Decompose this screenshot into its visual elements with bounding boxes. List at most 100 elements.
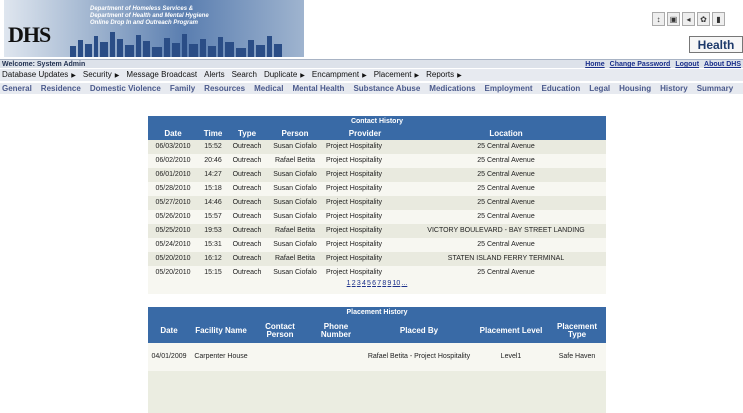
table-cell: Safe Haven [558,353,596,360]
col-header-placed-by: Placed By [399,325,439,335]
tab-residence[interactable]: Residence [41,83,81,94]
table-cell: 05/20/2010 [155,269,191,276]
table-cell: 20:46 [204,157,222,164]
pagination: 12345678910... [148,280,606,294]
secondary-tabs: General Residence Domestic Violence Family R… [0,82,743,94]
table-cell: Outreach [232,157,262,164]
page-link-10[interactable]: 10 [393,280,401,287]
table-cell: Outreach [232,227,262,234]
table-cell: 25 Central Avenue [477,171,535,178]
menu-item-database-updates[interactable]: Database Updates ▶ [2,69,76,81]
table-cell: STATEN ISLAND FERRY TERMINAL [447,255,565,262]
table-cell: 14:46 [204,199,222,206]
table-row: 05/20/2010 15:15 Outreach Susan Ciofalo Proj… [148,266,606,280]
page-link-4[interactable]: 4 [362,280,366,287]
table-cell: Project Hospitality [326,269,383,276]
table-cell: Outreach [232,255,262,262]
placement-history-body: 04/01/2009 Carpenter House Rafael Betita -… [148,343,606,371]
col-header-time: Time [203,129,223,138]
window-tray: ↕ ▣ ◂ ✿ ▮ [652,12,742,32]
tab-employment[interactable]: Employment [485,83,533,94]
page-link-1[interactable]: 1 [347,280,351,287]
menu-item-placement[interactable]: Placement ▶ [374,69,419,81]
page-link-7[interactable]: 7 [377,280,381,287]
table-cell [308,343,364,371]
page-link-more[interactable]: ... [401,280,407,287]
page-link-8[interactable]: 8 [382,280,386,287]
table-cell: 15:15 [204,269,222,276]
table-row: 06/02/2010 20:46 Outreach Rafael Betita Proj… [148,154,606,168]
about-dhs-link[interactable]: About DHS [704,60,741,69]
col-header-placement-type: Placement Type [556,321,598,339]
window-icon[interactable]: ▣ [667,12,680,26]
contact-history-body: 06/03/2010 15:52 Outreach Susan Ciofalo Proj… [148,140,606,280]
table-cell: Project Hospitality [326,171,383,178]
caret-right-icon: ▶ [362,73,367,79]
menu-item-alerts[interactable]: Alerts [204,69,224,81]
table-cell: 04/01/2009 [151,353,187,360]
home-link[interactable]: Home [585,60,604,69]
table-cell: Susan Ciofalo [273,185,317,192]
page-link-9[interactable]: 9 [387,280,391,287]
table-row: 04/01/2009 Carpenter House Rafael Betita -… [148,343,606,371]
menu-item-duplicate[interactable]: Duplicate ▶ [264,69,305,81]
logout-link[interactable]: Logout [675,60,699,69]
table-cell: Outreach [232,143,262,150]
menu-item-label: Placement [373,70,412,79]
tab-legal[interactable]: Legal [589,83,610,94]
table-cell: 25 Central Avenue [477,213,535,220]
tab-family[interactable]: Family [170,83,195,94]
change-password-link[interactable]: Change Password [610,60,671,69]
settings-icon[interactable]: ✿ [697,12,710,26]
menu-item-encampment[interactable]: Encampment ▶ [312,69,367,81]
table-cell: 05/24/2010 [155,241,191,248]
table-cell: 06/03/2010 [155,143,191,150]
tab-education[interactable]: Education [542,83,581,94]
menu-item-security[interactable]: Security ▶ [83,69,120,81]
caret-right-icon: ▶ [114,73,120,79]
tab-summary[interactable]: Summary [697,83,733,94]
col-header-date: Date [160,325,178,335]
page-link-5[interactable]: 5 [367,280,371,287]
table-row: 05/27/2010 14:46 Outreach Susan Ciofalo Proj… [148,196,606,210]
placement-empty-area [148,371,606,413]
tab-domestic-violence[interactable]: Domestic Violence [90,83,161,94]
table-cell: Project Hospitality [326,157,383,164]
table-row: 05/20/2010 16:12 Outreach Rafael Betita Proj… [148,252,606,266]
table-cell: 19:53 [204,227,222,234]
table-cell: 16:12 [204,255,222,262]
menu-item-label: Alerts [204,70,225,79]
tab-medical[interactable]: Medical [254,83,283,94]
arrow-left-icon[interactable]: ◂ [682,12,695,26]
tab-housing[interactable]: Housing [619,83,651,94]
table-cell: Susan Ciofalo [273,213,317,220]
scroll-icon[interactable]: ↕ [652,12,665,26]
table-cell: 25 Central Avenue [477,143,535,150]
menu-item-search[interactable]: Search [232,69,257,81]
tab-mental-health[interactable]: Mental Health [292,83,344,94]
table-cell: 06/02/2010 [155,157,191,164]
tab-resources[interactable]: Resources [204,83,245,94]
table-cell: 15:18 [204,185,222,192]
table-cell: Susan Ciofalo [273,199,317,206]
col-header-provider: Provider [348,129,382,138]
contact-history-title: Contact History [148,116,606,127]
tab-substance-abuse[interactable]: Substance Abuse [353,83,420,94]
table-cell: Susan Ciofalo [273,143,317,150]
menu-item-reports[interactable]: Reports ▶ [426,69,462,81]
page-link-2[interactable]: 2 [352,280,356,287]
table-cell: Susan Ciofalo [273,269,317,276]
table-cell: Outreach [232,241,262,248]
tab-general[interactable]: General [2,83,32,94]
tab-medications[interactable]: Medications [429,83,475,94]
page-link-3[interactable]: 3 [357,280,361,287]
table-cell: Project Hospitality [326,199,383,206]
table-cell: Project Hospitality [326,185,383,192]
contact-history-header: Date Time Type Person Provider Location [148,127,606,140]
menu-item-message-broadcast[interactable]: Message Broadcast [126,69,197,81]
page-link-6[interactable]: 6 [372,280,376,287]
welcome-bar: Welcome: System Admin Home Change Passwo… [0,59,743,68]
table-cell: 25 Central Avenue [477,269,535,276]
exit-door-icon[interactable]: ▮ [712,12,725,26]
tab-history[interactable]: History [660,83,688,94]
